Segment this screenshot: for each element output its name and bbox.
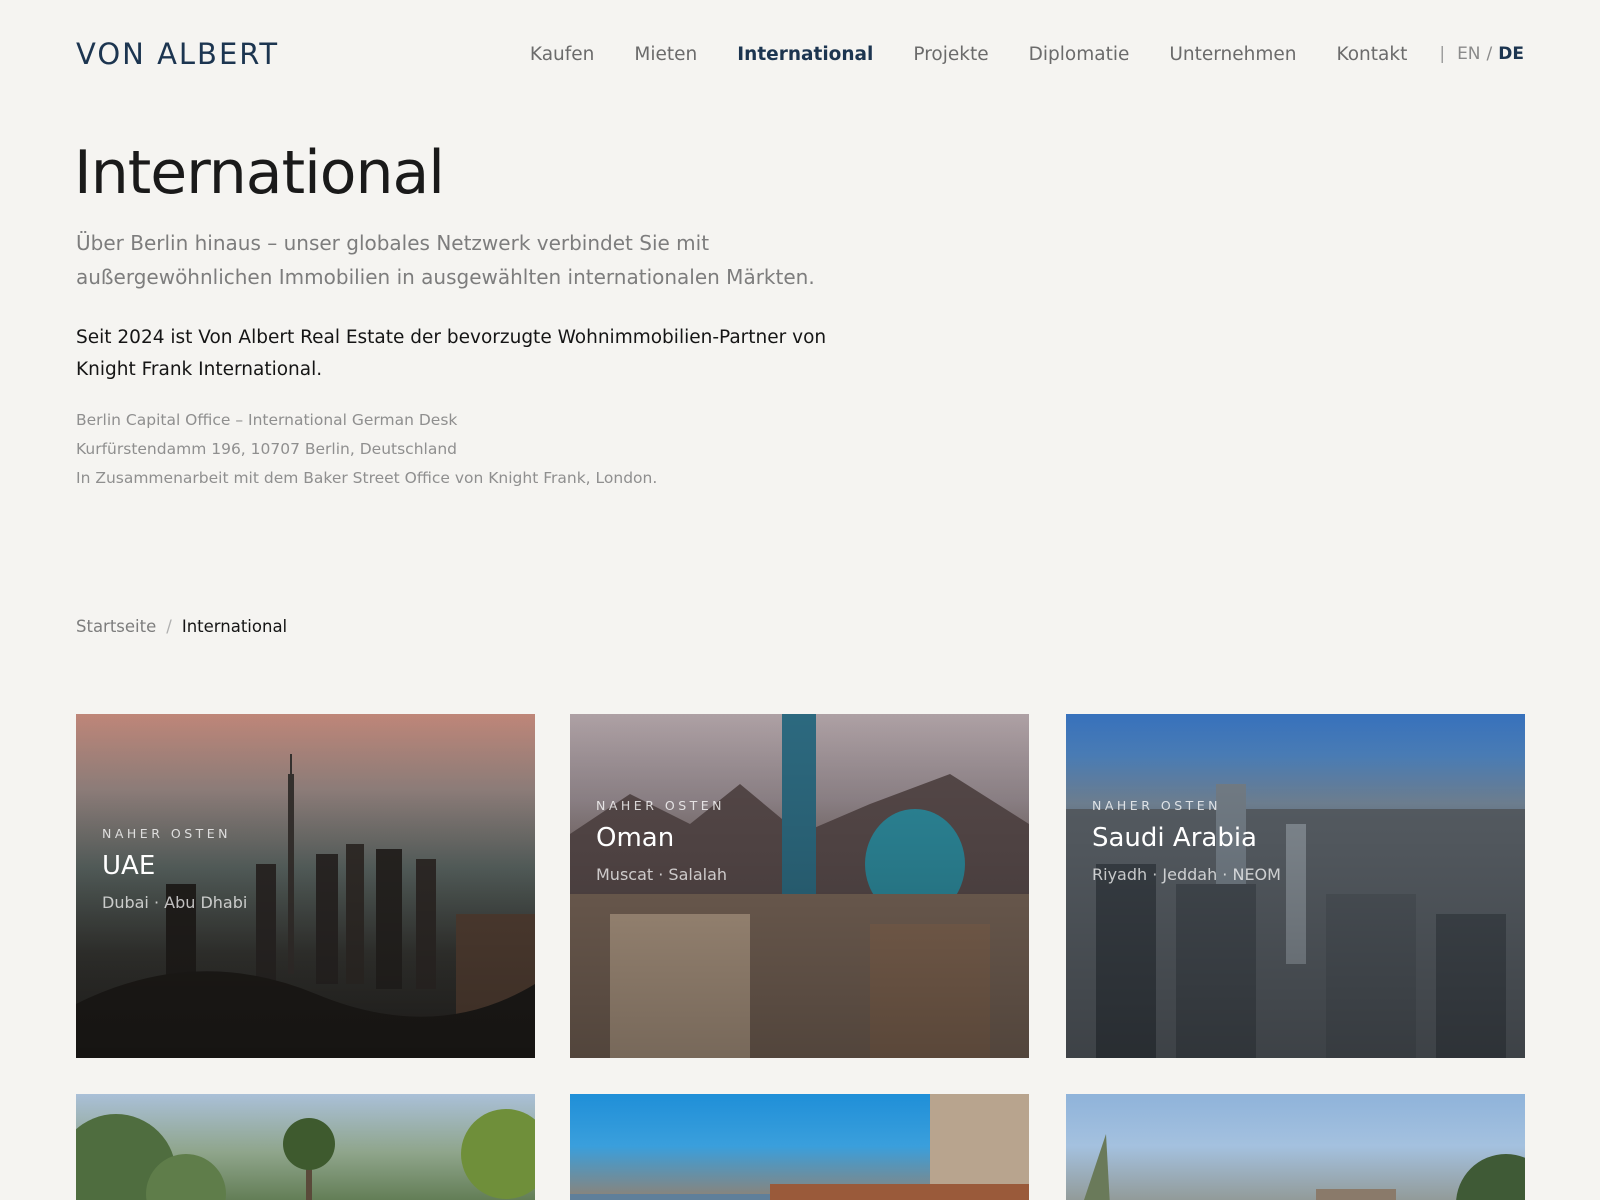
card-country-name: UAE xyxy=(102,851,156,881)
country-card-row2-3[interactable] xyxy=(1066,1094,1525,1200)
main-nav: Kaufen Mieten International Projekte Dip… xyxy=(490,44,1524,65)
country-card-saudi-arabia[interactable]: NAHER OSTEN Saudi Arabia Riyadh · Jeddah… xyxy=(1066,714,1525,1058)
partner-statement: Seit 2024 ist Von Albert Real Estate der… xyxy=(76,327,827,380)
card-country-name: Oman xyxy=(596,823,675,853)
breadcrumb: Startseite / International xyxy=(76,617,287,636)
card-overlay: NAHER OSTEN Saudi Arabia Riyadh · Jeddah… xyxy=(1092,798,1281,884)
card-region: NAHER OSTEN xyxy=(596,798,726,813)
country-card-uae[interactable]: NAHER OSTEN UAE Dubai · Abu Dhabi xyxy=(76,714,535,1058)
card-cities: Dubai · Abu Dhabi xyxy=(102,893,248,912)
card-overlay: NAHER OSTEN Oman Muscat · Salalah xyxy=(596,798,727,884)
language-switcher: | EN / DE xyxy=(1439,44,1524,64)
page-title: International xyxy=(74,138,445,208)
landscape-image xyxy=(1084,1134,1525,1200)
address-line-cooperation: In Zusammenarbeit mit dem Baker Street O… xyxy=(76,469,658,487)
nav-kaufen[interactable]: Kaufen xyxy=(530,44,595,65)
card-cities: Riyadh · Jeddah · NEOM xyxy=(1092,865,1281,884)
country-card-row2-1[interactable] xyxy=(76,1094,535,1200)
breadcrumb-home[interactable]: Startseite xyxy=(76,617,156,636)
breadcrumb-current: International xyxy=(181,617,288,636)
palm-image xyxy=(76,1109,535,1200)
breadcrumb-separator: / xyxy=(166,617,172,636)
card-overlay: NAHER OSTEN UAE Dubai · Abu Dhabi xyxy=(102,826,247,912)
lang-divider: | xyxy=(1439,44,1446,64)
lang-de[interactable]: DE xyxy=(1498,44,1524,64)
coast-image xyxy=(570,1094,1029,1200)
card-cities: Muscat · Salalah xyxy=(596,865,728,884)
country-card-row2-2[interactable] xyxy=(570,1094,1029,1200)
nav-mieten[interactable]: Mieten xyxy=(634,44,697,65)
card-region: NAHER OSTEN xyxy=(1092,798,1222,813)
nav-kontakt[interactable]: Kontakt xyxy=(1337,44,1408,65)
intro-lead: Über Berlin hinaus – unser globales Netz… xyxy=(76,231,815,289)
address-line-street: Kurfürstendamm 196, 10707 Berlin, Deutsc… xyxy=(76,440,457,458)
country-card-oman[interactable]: NAHER OSTEN Oman Muscat · Salalah xyxy=(570,714,1029,1058)
card-region: NAHER OSTEN xyxy=(102,826,232,841)
site-header: VON ALBERT Kaufen Mieten International P… xyxy=(76,32,1524,76)
card-country-name: Saudi Arabia xyxy=(1092,823,1257,853)
nav-international[interactable]: International xyxy=(737,44,873,65)
card-shade xyxy=(1066,714,1525,1058)
office-address: Berlin Capital Office – International Ge… xyxy=(76,406,836,493)
logo[interactable]: VON ALBERT xyxy=(76,37,279,71)
address-line-office: Berlin Capital Office – International Ge… xyxy=(76,411,458,429)
nav-unternehmen[interactable]: Unternehmen xyxy=(1169,44,1296,65)
nav-projekte[interactable]: Projekte xyxy=(913,44,988,65)
card-shade xyxy=(570,714,1029,1058)
lang-en[interactable]: EN xyxy=(1457,44,1480,64)
nav-diplomatie[interactable]: Diplomatie xyxy=(1029,44,1130,65)
lang-slash: / xyxy=(1486,44,1493,64)
